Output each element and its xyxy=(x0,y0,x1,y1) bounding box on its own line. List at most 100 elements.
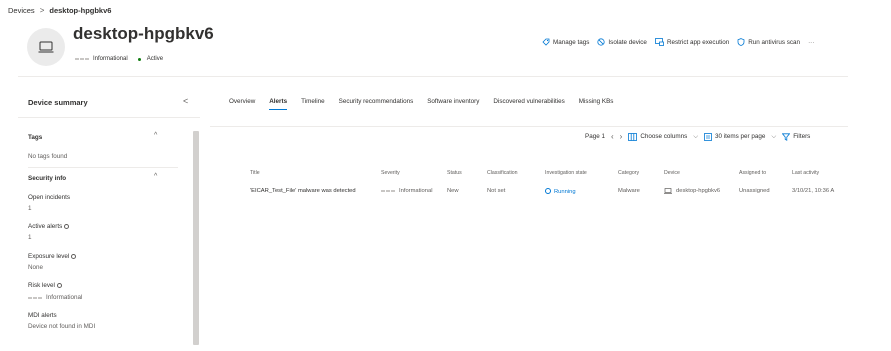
risk-level-value-text: Informational xyxy=(46,294,83,301)
run-antivirus-scan-button[interactable]: Run antivirus scan xyxy=(737,38,800,46)
active-alerts-label-text: Active alerts xyxy=(28,223,63,230)
alert-classification-cell: Not set xyxy=(487,188,506,194)
alert-assigned-to-cell: Unassigned xyxy=(739,188,770,194)
alert-severity-text: Informational xyxy=(399,188,433,194)
mdi-alerts-label: MDI alerts xyxy=(28,312,57,319)
active-alerts-label: Active alerts xyxy=(28,223,70,230)
tab-software-inventory[interactable]: Software inventory xyxy=(427,98,479,110)
summary-divider xyxy=(18,117,200,118)
grid-toolbar: Page 1 ‹ › Choose columns ⌵ 30 items per… xyxy=(585,132,810,141)
manage-tags-button[interactable]: Manage tags xyxy=(542,38,589,46)
column-header-category[interactable]: Category xyxy=(618,170,639,176)
summary-scrollbar[interactable] xyxy=(193,131,199,345)
breadcrumb-separator: > xyxy=(39,6,45,15)
device-actions-bar: Manage tags Isolate device Restrict app … xyxy=(542,38,814,46)
alert-investigation-state-cell[interactable]: Running xyxy=(545,188,576,195)
device-summary-title: Device summary xyxy=(28,98,88,107)
running-status-icon xyxy=(545,188,551,194)
chevron-down-icon: ⌵ xyxy=(771,132,777,140)
run-antivirus-scan-label: Run antivirus scan xyxy=(748,38,801,46)
laptop-icon xyxy=(664,188,672,194)
exposure-level-value: None xyxy=(28,264,44,271)
tags-section-heading: Tags xyxy=(28,134,43,141)
isolate-device-button[interactable]: Isolate device xyxy=(597,38,647,46)
risk-level-label: Risk level xyxy=(28,282,62,289)
tags-divider xyxy=(28,167,178,168)
more-icon: ··· xyxy=(808,38,815,46)
alert-category-cell: Malware xyxy=(618,188,640,194)
tab-security-recommendations[interactable]: Security recommendations xyxy=(339,98,414,110)
breadcrumb-devices-link[interactable]: Devices xyxy=(8,6,35,15)
tab-alerts[interactable]: Alerts xyxy=(269,98,287,110)
restrict-app-execution-label: Restrict app execution xyxy=(666,38,730,46)
filters-label: Filters xyxy=(793,133,811,140)
restrict-app-execution-button[interactable]: Restrict app execution xyxy=(655,38,729,46)
alert-severity-cell: Informational xyxy=(381,188,433,194)
column-header-title[interactable]: Title xyxy=(250,170,260,176)
tab-missing-kbs[interactable]: Missing KBs xyxy=(579,98,614,110)
items-per-page-dropdown[interactable]: 30 items per page ⌵ xyxy=(704,133,776,141)
alert-investigation-state-text: Running xyxy=(554,189,576,195)
isolate-device-label: Isolate device xyxy=(608,38,647,46)
page-title: desktop-hpgbkv6 xyxy=(73,24,214,43)
filter-icon xyxy=(782,132,791,141)
info-icon[interactable] xyxy=(71,253,77,259)
columns-icon xyxy=(628,132,638,141)
column-header-investigation-state[interactable]: Investigation state xyxy=(545,170,587,176)
next-page-chevron-icon[interactable]: › xyxy=(620,132,623,141)
choose-columns-button[interactable]: Choose columns ⌵ xyxy=(628,133,698,141)
column-header-assigned-to[interactable]: Assigned to xyxy=(739,170,766,176)
tab-timeline[interactable]: Timeline xyxy=(301,98,325,110)
column-header-device[interactable]: Device xyxy=(664,170,680,176)
exposure-level-label: Exposure level xyxy=(28,253,77,260)
severity-bars-icon xyxy=(75,58,89,60)
info-icon[interactable] xyxy=(56,282,62,288)
tags-value: No tags found xyxy=(28,153,68,160)
tab-overview[interactable]: Overview xyxy=(229,98,255,110)
column-header-status[interactable]: Status xyxy=(447,170,462,176)
breadcrumb: Devices > desktop-hpgbkv6 xyxy=(8,6,111,15)
open-incidents-label: Open incidents xyxy=(28,194,71,201)
severity-bars-icon xyxy=(381,190,395,192)
alert-last-activity-cell: 3/10/21, 10:36 A xyxy=(792,188,835,194)
toolbar-divider xyxy=(210,126,848,127)
breadcrumb-current: desktop-hpgbkv6 xyxy=(49,6,112,15)
tab-discovered-vulnerabilities[interactable]: Discovered vulnerabilities xyxy=(493,98,564,110)
severity-label: Informational xyxy=(93,56,128,62)
risk-bars-icon xyxy=(28,296,42,299)
more-actions-button[interactable]: ··· xyxy=(808,39,814,46)
shield-icon xyxy=(737,38,745,46)
choose-columns-label: Choose columns xyxy=(640,133,688,140)
active-status-dot-icon xyxy=(137,57,141,61)
tags-collapse-chevron-icon[interactable]: ^ xyxy=(154,132,157,139)
active-alerts-value: 1 xyxy=(28,234,32,241)
column-header-last-activity[interactable]: Last activity xyxy=(792,170,819,176)
device-status-row: Informational Active xyxy=(75,56,163,62)
restrict-app-icon xyxy=(655,38,664,46)
filters-button[interactable]: Filters xyxy=(782,132,811,141)
items-per-page-label: 30 items per page xyxy=(715,133,766,140)
info-icon[interactable] xyxy=(64,223,70,229)
manage-tags-label: Manage tags xyxy=(553,38,590,46)
device-avatar xyxy=(27,28,65,66)
mdi-alerts-value: Device not found in MDI xyxy=(28,323,96,330)
device-tabs: Overview Alerts Timeline Security recomm… xyxy=(229,98,627,110)
security-info-section-heading: Security info xyxy=(28,175,67,182)
risk-level-value: Informational xyxy=(28,294,82,301)
column-header-classification[interactable]: Classification xyxy=(487,170,518,176)
status-label: Active xyxy=(146,56,164,62)
alert-device-text: desktop-hpgbkv6 xyxy=(676,188,721,194)
previous-page-chevron-icon[interactable]: ‹ xyxy=(611,132,614,141)
collapse-panel-button[interactable]: < xyxy=(183,96,188,106)
chevron-down-icon: ⌵ xyxy=(693,132,698,140)
header-divider xyxy=(18,76,848,77)
exposure-level-label-text: Exposure level xyxy=(28,253,70,260)
open-incidents-value: 1 xyxy=(28,205,32,212)
security-info-collapse-chevron-icon[interactable]: ^ xyxy=(154,173,157,180)
alert-title-cell[interactable]: 'EICAR_Test_File' malware was detected xyxy=(250,188,356,194)
column-header-severity[interactable]: Severity xyxy=(381,170,400,176)
tag-icon xyxy=(542,38,550,46)
risk-level-label-text: Risk level xyxy=(28,282,55,289)
alert-device-cell[interactable]: desktop-hpgbkv6 xyxy=(664,188,720,194)
alert-status-cell: New xyxy=(447,188,459,194)
